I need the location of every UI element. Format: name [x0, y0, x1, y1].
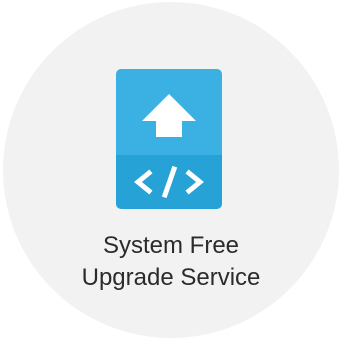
app-name-line-2: Upgrade Service [81, 264, 261, 291]
left-angle-glyph [134, 169, 153, 195]
up-arrow-icon [142, 94, 196, 137]
app-name-line-1: System Free [102, 232, 240, 259]
upgrade-code-icon[interactable] [116, 69, 222, 209]
right-angle-glyph [185, 169, 204, 195]
app-name-label[interactable]: System Free Upgrade Service [0, 230, 342, 294]
icon-glyphs [134, 94, 204, 199]
slash-glyph [161, 165, 178, 199]
